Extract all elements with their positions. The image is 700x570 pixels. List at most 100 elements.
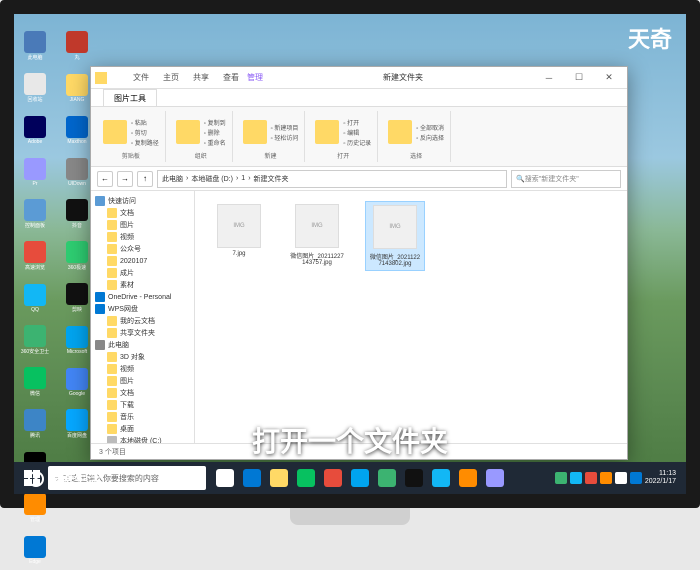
ribbon-icon[interactable] [176, 120, 200, 144]
tree-item[interactable]: 图片 [93, 375, 192, 387]
desktop-icon[interactable]: 管理 [18, 488, 52, 528]
desktop-icon[interactable]: Google [60, 362, 94, 402]
ribbon-item[interactable]: ▫ 新建项目 [271, 123, 299, 132]
tree-item[interactable]: 视频 [93, 363, 192, 375]
menu-item[interactable]: 主页 [163, 72, 179, 83]
desktop-icon[interactable]: Edge [18, 530, 52, 570]
tray-icon[interactable] [600, 472, 612, 484]
ribbon-item[interactable]: ▫ 剪切 [131, 128, 159, 137]
taskbar-app[interactable] [374, 465, 400, 491]
ribbon-icon[interactable] [388, 120, 412, 144]
tree-item[interactable]: 视频 [93, 231, 192, 243]
tool-tab[interactable]: 管理 [239, 72, 271, 83]
desktop-icon[interactable]: 抖音 [60, 194, 94, 234]
tree-item[interactable]: OneDrive - Personal [93, 291, 192, 303]
breadcrumb-item[interactable]: 此电脑 [162, 174, 183, 184]
menu-item[interactable]: 文件 [133, 72, 149, 83]
ribbon-item[interactable]: ▫ 打开 [343, 118, 371, 127]
taskbar-app[interactable] [401, 465, 427, 491]
desktop-icon[interactable]: 360安全卫士 [18, 320, 52, 360]
desktop-icon[interactable]: 百度网盘 [60, 404, 94, 444]
taskbar-app[interactable] [212, 465, 238, 491]
ribbon-item[interactable]: ▫ 删除 [204, 128, 226, 137]
breadcrumb-item[interactable]: 新建文件夹 [254, 174, 289, 184]
taskbar-app[interactable] [320, 465, 346, 491]
tree-item[interactable]: WPS网盘 [93, 303, 192, 315]
desktop-icon[interactable]: 360极速 [60, 236, 94, 276]
desktop-icon[interactable]: Maxthon [60, 110, 94, 150]
menu-item[interactable]: 查看 [223, 72, 239, 83]
desktop-icon[interactable]: Microsoft [60, 320, 94, 360]
tree-item[interactable]: 图片 [93, 219, 192, 231]
tree-item[interactable]: 文档 [93, 207, 192, 219]
desktop-icon[interactable]: 高速浏览 [18, 236, 52, 276]
file-item[interactable]: IMG7.jpg [209, 201, 269, 260]
desktop-icon[interactable]: 丸 [60, 26, 94, 66]
tree-item[interactable]: 本地磁盘 (C:) [93, 435, 192, 443]
tray-icon[interactable] [615, 472, 627, 484]
tree-item[interactable]: 素材 [93, 279, 192, 291]
tree-item[interactable]: 音乐 [93, 411, 192, 423]
menu-item[interactable]: 共享 [193, 72, 209, 83]
tray-icon[interactable] [555, 472, 567, 484]
ribbon-item[interactable]: ▫ 复制路径 [131, 138, 159, 147]
desktop-icon[interactable]: 回收站 [18, 68, 52, 108]
taskbar-app[interactable] [239, 465, 265, 491]
ribbon-item[interactable]: ▫ 历史记录 [343, 138, 371, 147]
desktop-icon[interactable]: Adobe [18, 110, 52, 150]
close-button[interactable]: ✕ [595, 69, 623, 87]
desktop-icon[interactable]: 剪映 [60, 278, 94, 318]
desktop-icon[interactable]: Pr [18, 152, 52, 192]
desktop-icon[interactable]: 此电脑 [18, 26, 52, 66]
back-button[interactable]: ← [97, 171, 113, 187]
taskbar-app[interactable] [482, 465, 508, 491]
tray-icon[interactable] [630, 472, 642, 484]
tree-item[interactable]: 快速访问 [93, 195, 192, 207]
ribbon-item[interactable]: ▫ 粘贴 [131, 118, 159, 127]
ribbon-item[interactable]: ▫ 重命名 [204, 138, 226, 147]
tree-item[interactable]: 下载 [93, 399, 192, 411]
ribbon-icon[interactable] [243, 120, 267, 144]
desktop-icon[interactable]: JIANG [60, 68, 94, 108]
desktop-icon[interactable]: 控制面板 [18, 194, 52, 234]
up-button[interactable]: ↑ [137, 171, 153, 187]
address-bar[interactable]: 此电脑 › 本地磁盘 (D:) › 1 › 新建文件夹 [157, 170, 507, 188]
taskbar-app[interactable] [266, 465, 292, 491]
ribbon-item[interactable]: ▫ 轻松访问 [271, 133, 299, 142]
tree-item[interactable]: 共享文件夹 [93, 327, 192, 339]
maximize-button[interactable]: ☐ [565, 69, 593, 87]
search-input[interactable]: 🔍 搜索"新建文件夹" [511, 170, 621, 188]
tree-item[interactable]: 公众号 [93, 243, 192, 255]
desktop-icon[interactable]: 微信 [18, 362, 52, 402]
ribbon-icon[interactable] [315, 120, 339, 144]
titlebar[interactable]: 文件主页共享查看 管理 新建文件夹 ─ ☐ ✕ [91, 67, 627, 89]
breadcrumb-item[interactable]: 本地磁盘 (D:) [191, 174, 233, 184]
tree-item[interactable]: 2020107 [93, 255, 192, 267]
ribbon-item[interactable]: ▫ 全部取消 [416, 123, 444, 132]
taskbar-app[interactable] [347, 465, 373, 491]
tree-item[interactable]: 我的云文档 [93, 315, 192, 327]
tree-item[interactable]: 桌面 [93, 423, 192, 435]
tree-item[interactable]: 成片 [93, 267, 192, 279]
taskbar-app[interactable] [428, 465, 454, 491]
breadcrumb-item[interactable]: 1 [241, 175, 245, 182]
file-item[interactable]: IMG微信图片_20211227143757.jpg [287, 201, 347, 269]
tree-item[interactable]: 文档 [93, 387, 192, 399]
taskbar-app[interactable] [455, 465, 481, 491]
file-item[interactable]: IMG微信图片_20211227143802.jpg [365, 201, 425, 271]
ribbon-item[interactable]: ▫ 编辑 [343, 128, 371, 137]
tray-icon[interactable] [585, 472, 597, 484]
ribbon-icon[interactable] [103, 120, 127, 144]
file-list[interactable]: IMG7.jpg IMG微信图片_20211227143757.jpg IMG微信图… [195, 191, 627, 443]
desktop-icon[interactable]: QQ [18, 278, 52, 318]
active-tab[interactable]: 图片工具 [103, 89, 157, 106]
tree-item[interactable]: 此电脑 [93, 339, 192, 351]
minimize-button[interactable]: ─ [535, 69, 563, 87]
taskbar-app[interactable] [293, 465, 319, 491]
desktop-icon[interactable]: UIDown [60, 152, 94, 192]
clock[interactable]: 11:13 2022/1/17 [645, 470, 676, 485]
ribbon-item[interactable]: ▫ 复制到 [204, 118, 226, 127]
ribbon-item[interactable]: ▫ 反向选择 [416, 133, 444, 142]
forward-button[interactable]: → [117, 171, 133, 187]
tree-item[interactable]: 3D 对象 [93, 351, 192, 363]
